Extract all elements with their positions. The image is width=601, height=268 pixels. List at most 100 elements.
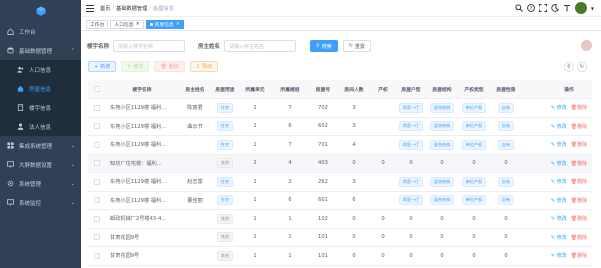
owner-name-input[interactable]: 请输入房主姓名 [224, 40, 297, 52]
row-edit-button[interactable]: ✎ 修改 [551, 141, 567, 148]
row-edit-button[interactable]: ✎ 修改 [551, 252, 567, 259]
row-checkbox[interactable] [94, 104, 100, 111]
table-row[interactable]: 东苑小区1129楼 福利... 住宅 1 7 701 4 两室一厅 混合结构 单位产权 自有 ✎ 修… [88, 136, 592, 155]
table-row[interactable]: 邮政机械厂2号楼43-4... 其他 1 1 102 0 0 0 0 0 0 ✎ 修改 🗑删除 [88, 210, 592, 229]
help-icon[interactable]: ? [527, 4, 535, 12]
table-row[interactable]: 甘肃花园9号 其他 1 1 101 0 0 0 0 0 0 ✎ 修改 🗑删除 [88, 247, 592, 266]
close-icon[interactable]: × [136, 22, 140, 27]
row-delete-button[interactable]: 🗑删除 [571, 160, 587, 167]
row-delete-button[interactable]: 🗑删除 [571, 123, 587, 130]
row-delete-button[interactable]: 🗑删除 [571, 197, 587, 204]
th-structure: 房屋结构 [432, 87, 452, 93]
avatar-dropdown-icon[interactable]: ▼ [591, 6, 594, 11]
reset-button[interactable]: ↻ 重置 [342, 40, 371, 52]
row-delete-button[interactable]: 🗑删除 [571, 141, 587, 148]
user-avatar[interactable] [574, 2, 587, 14]
text-size-icon[interactable] [563, 4, 571, 12]
breadcrumb-module[interactable]: 基础数据管理 [116, 5, 147, 12]
search-icon[interactable] [515, 4, 523, 12]
cell-property [370, 173, 396, 191]
edit-button[interactable]: ✎ 修改 [121, 61, 150, 72]
cell-owner [178, 229, 212, 247]
building-name-input[interactable]: 请输入楼宇名称 [113, 40, 186, 52]
select-all-checkbox-cell[interactable] [88, 80, 106, 98]
cell-layout: 两室一厅 [396, 136, 426, 154]
table-row[interactable]: 甘肃花园9号 其他 1 1 101 0 0 0 0 0 0 ✎ 修改 🗑删除 [88, 229, 592, 247]
row-checkbox[interactable] [94, 252, 100, 259]
sidebar-item-0[interactable]: 工作台 [0, 22, 81, 41]
sidebar-item-label: 大屏数据设置 [19, 162, 53, 169]
delete-button[interactable]: 🗑 删除 [154, 61, 185, 72]
sidebar-item-9[interactable]: 系统监控 ⌄ [0, 193, 81, 212]
row-checkbox[interactable] [94, 197, 100, 204]
sidebar-item-3[interactable]: 房屋信息 [0, 79, 81, 98]
app-logo[interactable] [0, 0, 81, 22]
row-delete-button[interactable]: 🗑删除 [571, 104, 587, 111]
cell-property: 0 [381, 252, 385, 259]
row-checkbox[interactable] [94, 215, 100, 222]
refresh-icon[interactable]: ↻ [577, 62, 587, 72]
table-row[interactable]: 东苑小区1129楼 福利... 陈丽君 住宅 1 7 702 3 两室一厅 混合结构 单位产权 自有… [88, 99, 592, 118]
cell-ptype: 0 [472, 252, 476, 259]
table-row[interactable]: 知坊厂住宅楼：福利... 其他 2 4 403 0 0 0 0 0 0 ✎ 修改 🗑删除 [88, 154, 592, 173]
cell-people: 0 [352, 252, 356, 259]
row-checkbox[interactable] [94, 141, 100, 148]
tag-population[interactable]: 人口信息 × [110, 19, 144, 29]
row-delete-button[interactable]: 🗑删除 [571, 215, 587, 222]
search-button[interactable]: ⚲ 搜索 [310, 40, 338, 52]
select-all-checkbox[interactable] [94, 86, 100, 92]
breadcrumb-home[interactable]: 首页 [100, 5, 110, 12]
cell-owner [178, 155, 212, 173]
row-checkbox[interactable] [94, 160, 100, 167]
row-delete-button[interactable]: 🗑删除 [571, 178, 587, 185]
row-edit-button[interactable]: ✎ 修改 [551, 104, 567, 111]
sidebar-item-label: 楼宇信息 [29, 105, 52, 112]
sidebar-item-5[interactable]: 法人信息 [0, 117, 81, 136]
trash-icon: 🗑 [160, 63, 167, 70]
sidebar-item-1[interactable]: 基础数据管理 ⌃ [0, 41, 81, 60]
floating-avatar[interactable] [581, 40, 592, 51]
cell-use: 住宅 [212, 192, 238, 210]
row-edit-button[interactable]: ✎ 修改 [551, 178, 567, 185]
table-row[interactable]: 东苑小区1129楼 福利... 曲云节 住宅 1 6 602 3 两室一厅 混合结构 单位产权 自有… [88, 118, 592, 136]
cell-nature: 自有 [490, 173, 522, 191]
sidebar-item-8[interactable]: 系统管理 ⌄ [0, 174, 81, 193]
cell-building: 东苑小区1129楼 福利... [110, 179, 167, 186]
sidebar-item-4[interactable]: 楼宇信息 [0, 98, 81, 117]
table-row[interactable]: 东苑小区1129楼 福利... 董佳丽 住宅 1 6 601 6 两室一厅 混合结构 单位产权 自有… [88, 192, 592, 210]
row-delete-button[interactable]: 🗑删除 [571, 234, 587, 241]
sidebar-item-7[interactable]: 大屏数据设置 ⌄ [0, 155, 81, 174]
monitor-icon [7, 161, 14, 168]
breadcrumb-current: 房屋信息 [153, 5, 174, 12]
row-delete-button[interactable]: 🗑删除 [571, 252, 587, 259]
toggle-search-icon[interactable]: ⚲ [564, 62, 574, 72]
fullscreen-icon[interactable] [538, 4, 547, 12]
export-button[interactable]: ⇩ 导出 [189, 61, 219, 72]
row-edit-button[interactable]: ✎ 修改 [551, 123, 567, 130]
row-edit-button[interactable]: ✎ 修改 [551, 215, 567, 222]
cell-unit: 2 [253, 160, 257, 167]
tag-house[interactable]: 房屋信息 × [145, 19, 184, 29]
close-icon[interactable]: × [176, 22, 180, 27]
row-checkbox[interactable] [94, 178, 100, 185]
theme-moon-icon[interactable] [551, 4, 559, 12]
table-row[interactable]: 东苑小区1129楼 福利... 赵志富 住宅 1 2 262 3 两室一厅 混合结构 单位产权 自有… [88, 173, 592, 192]
edit-icon: ✎ [550, 179, 556, 186]
tag-workbench[interactable]: 工作台 [86, 19, 109, 29]
cell-unit: 1 [253, 178, 257, 185]
table-body: 东苑小区1129楼 福利... 陈丽君 住宅 1 7 702 3 两室一厅 混合结构 单位产权 自有… [88, 99, 592, 266]
sidebar-submenu: 人口信息 房屋信息楼宇信息法人信息 [0, 60, 81, 136]
row-edit-button[interactable]: ✎ 修改 [551, 160, 567, 167]
cell-layout: 两室一厅 [396, 118, 426, 136]
sidebar-item-2[interactable]: 人口信息 [0, 60, 81, 79]
add-button[interactable]: + 新增 [88, 61, 117, 72]
row-checkbox[interactable] [94, 234, 100, 241]
row-checkbox[interactable] [94, 123, 100, 130]
navbar: 首页 / 基础数据管理 / 房屋信息 ? ▼ [81, 0, 601, 17]
sidebar-item-6[interactable]: 集成系统管理 ⌄ [0, 136, 81, 155]
hamburger-icon[interactable] [86, 4, 94, 12]
row-edit-button[interactable]: ✎ 修改 [551, 234, 567, 241]
th-nature: 房屋性质 [496, 87, 516, 93]
row-edit-button[interactable]: ✎ 修改 [551, 197, 567, 204]
th-floor: 所属楼层 [280, 87, 300, 93]
